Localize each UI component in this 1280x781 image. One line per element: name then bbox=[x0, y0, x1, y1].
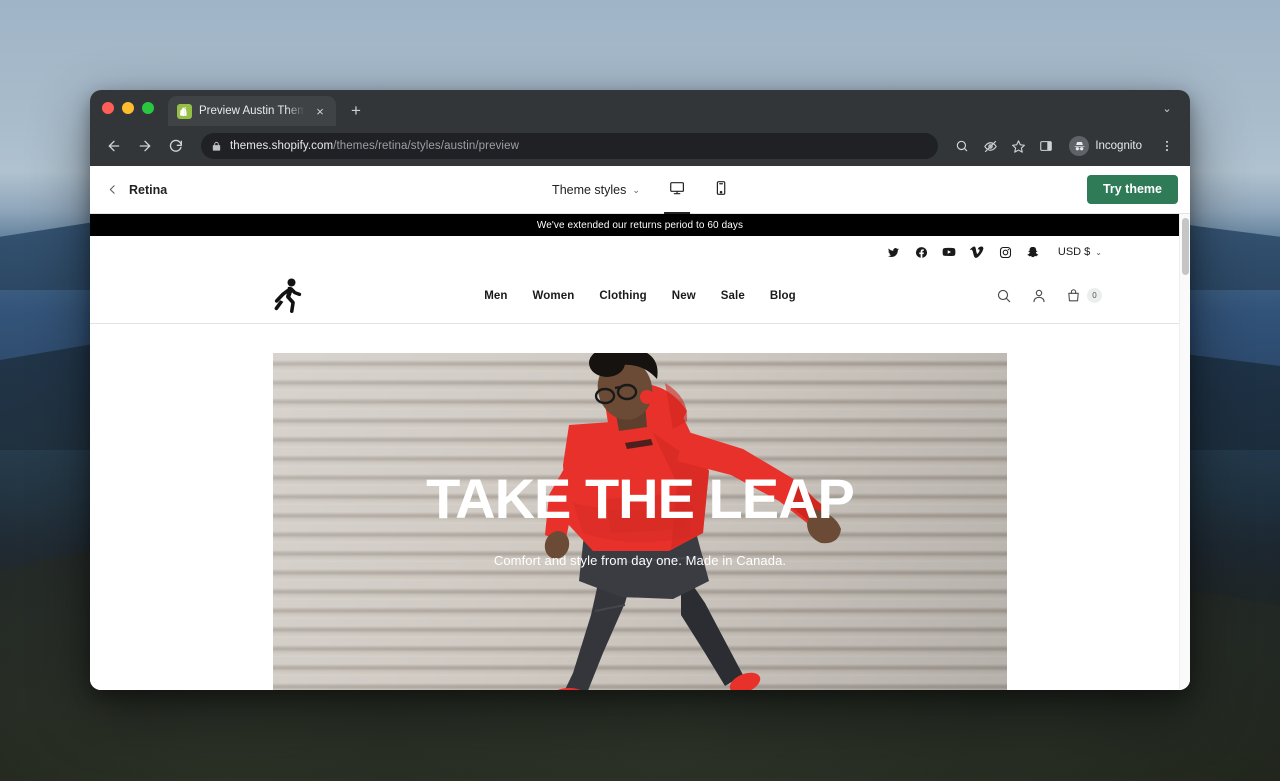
hero-title: TAKE THE LEAP bbox=[426, 467, 855, 530]
cart-item-count: 0 bbox=[1087, 288, 1102, 303]
desktop-wallpaper: Preview Austin Theme - Retina × + ⌄ bbox=[0, 0, 1280, 781]
store-preview: We've extended our returns period to 60 … bbox=[90, 214, 1190, 690]
running-person-logo[interactable] bbox=[270, 276, 304, 316]
mobile-view-button[interactable] bbox=[706, 166, 736, 214]
utility-bar: USD $ ⌄ bbox=[90, 236, 1190, 268]
incognito-profile-chip[interactable]: Incognito bbox=[1065, 133, 1152, 159]
hero-subtitle: Comfort and style from day one. Made in … bbox=[493, 553, 787, 568]
close-tab-button[interactable]: × bbox=[312, 103, 328, 119]
youtube-icon[interactable] bbox=[942, 245, 957, 260]
desktop-monitor-icon bbox=[669, 180, 685, 201]
side-panel-icon[interactable] bbox=[1033, 133, 1059, 159]
back-arrow-icon[interactable] bbox=[100, 132, 128, 160]
nav-item-new[interactable]: New bbox=[672, 290, 696, 302]
toolbar-icons: Incognito bbox=[949, 133, 1180, 159]
reload-icon[interactable] bbox=[162, 132, 190, 160]
store-header: Men Women Clothing New Sale Blog 0 bbox=[90, 268, 1190, 324]
search-icon[interactable] bbox=[949, 133, 975, 159]
facebook-icon[interactable] bbox=[914, 245, 929, 260]
currency-label: USD $ bbox=[1057, 246, 1091, 258]
theme-name-label: Retina bbox=[129, 182, 168, 197]
mobile-phone-icon bbox=[713, 180, 729, 201]
search-icon[interactable] bbox=[995, 287, 1012, 304]
tab-strip-right: ⌄ bbox=[1156, 90, 1190, 126]
snapchat-icon[interactable] bbox=[1026, 245, 1041, 260]
chevron-down-icon: ⌄ bbox=[632, 184, 640, 195]
hero-banner: TAKE THE LEAP Comfort and style from day… bbox=[273, 353, 1007, 690]
shopping-bag-icon bbox=[1065, 287, 1082, 304]
currency-selector[interactable]: USD $ ⌄ bbox=[1058, 246, 1102, 258]
browser-toolbar: themes.shopify.com/themes/retina/styles/… bbox=[90, 126, 1190, 166]
incognito-hat-glasses-icon bbox=[1069, 136, 1090, 156]
theme-styles-label: Theme styles bbox=[552, 183, 627, 197]
browser-tab-title: Preview Austin Theme - Retina bbox=[199, 105, 305, 117]
address-bar-domain: themes.shopify.com bbox=[230, 140, 334, 152]
tracking-protection-eye-slash-icon[interactable] bbox=[977, 133, 1003, 159]
three-dot-menu-icon[interactable] bbox=[1154, 133, 1180, 159]
back-to-themes-button[interactable]: Retina bbox=[98, 174, 175, 206]
nav-item-men[interactable]: Men bbox=[484, 290, 507, 302]
lock-icon bbox=[211, 141, 222, 152]
nav-item-clothing[interactable]: Clothing bbox=[599, 290, 646, 302]
browser-tab[interactable]: Preview Austin Theme - Retina × bbox=[168, 96, 336, 126]
maximize-window-button[interactable] bbox=[142, 102, 154, 114]
page-scrollbar[interactable] bbox=[1179, 214, 1190, 690]
cart-button[interactable]: 0 bbox=[1065, 287, 1102, 304]
theme-preview-bar: Retina Theme styles ⌄ Try theme bbox=[90, 166, 1190, 214]
bookmark-star-icon[interactable] bbox=[1005, 133, 1031, 159]
address-bar[interactable]: themes.shopify.com/themes/retina/styles/… bbox=[201, 133, 939, 159]
instagram-icon[interactable] bbox=[998, 245, 1013, 260]
tab-search-chevron-down-icon[interactable]: ⌄ bbox=[1156, 97, 1178, 119]
browser-window: Preview Austin Theme - Retina × + ⌄ bbox=[90, 90, 1190, 690]
close-window-button[interactable] bbox=[102, 102, 114, 114]
store-header-actions: 0 bbox=[995, 287, 1102, 304]
nav-item-sale[interactable]: Sale bbox=[721, 290, 745, 302]
forward-arrow-icon[interactable] bbox=[131, 132, 159, 160]
account-person-icon[interactable] bbox=[1030, 287, 1047, 304]
desktop-view-button[interactable] bbox=[662, 166, 692, 214]
hero-copy: TAKE THE LEAP Comfort and style from day… bbox=[273, 467, 1007, 569]
chevron-down-icon: ⌄ bbox=[1095, 247, 1102, 257]
theme-bar-center-controls: Theme styles ⌄ bbox=[544, 166, 736, 214]
nav-item-women[interactable]: Women bbox=[533, 290, 575, 302]
try-theme-button[interactable]: Try theme bbox=[1086, 175, 1178, 204]
scrollbar-thumb[interactable] bbox=[1182, 218, 1189, 275]
nav-item-blog[interactable]: Blog bbox=[770, 290, 796, 302]
address-bar-url: themes.shopify.com/themes/retina/styles/… bbox=[230, 140, 519, 152]
chevron-left-icon bbox=[106, 183, 119, 196]
address-bar-path: /themes/retina/styles/austin/preview bbox=[333, 140, 519, 152]
browser-tab-strip: Preview Austin Theme - Retina × + ⌄ bbox=[90, 90, 1190, 126]
vimeo-icon[interactable] bbox=[970, 245, 985, 260]
window-traffic-lights bbox=[102, 90, 168, 126]
shopify-bag-icon bbox=[177, 103, 192, 119]
twitter-icon[interactable] bbox=[886, 245, 901, 260]
new-tab-button[interactable]: + bbox=[342, 96, 370, 124]
page-viewport: Retina Theme styles ⌄ Try theme We've ex… bbox=[90, 166, 1190, 690]
minimize-window-button[interactable] bbox=[122, 102, 134, 114]
hero-section: TAKE THE LEAP Comfort and style from day… bbox=[90, 324, 1190, 690]
theme-styles-dropdown[interactable]: Theme styles ⌄ bbox=[544, 178, 648, 202]
incognito-label: Incognito bbox=[1095, 140, 1142, 152]
store-main-navigation: Men Women Clothing New Sale Blog bbox=[484, 290, 796, 302]
announcement-bar: We've extended our returns period to 60 … bbox=[90, 214, 1190, 236]
